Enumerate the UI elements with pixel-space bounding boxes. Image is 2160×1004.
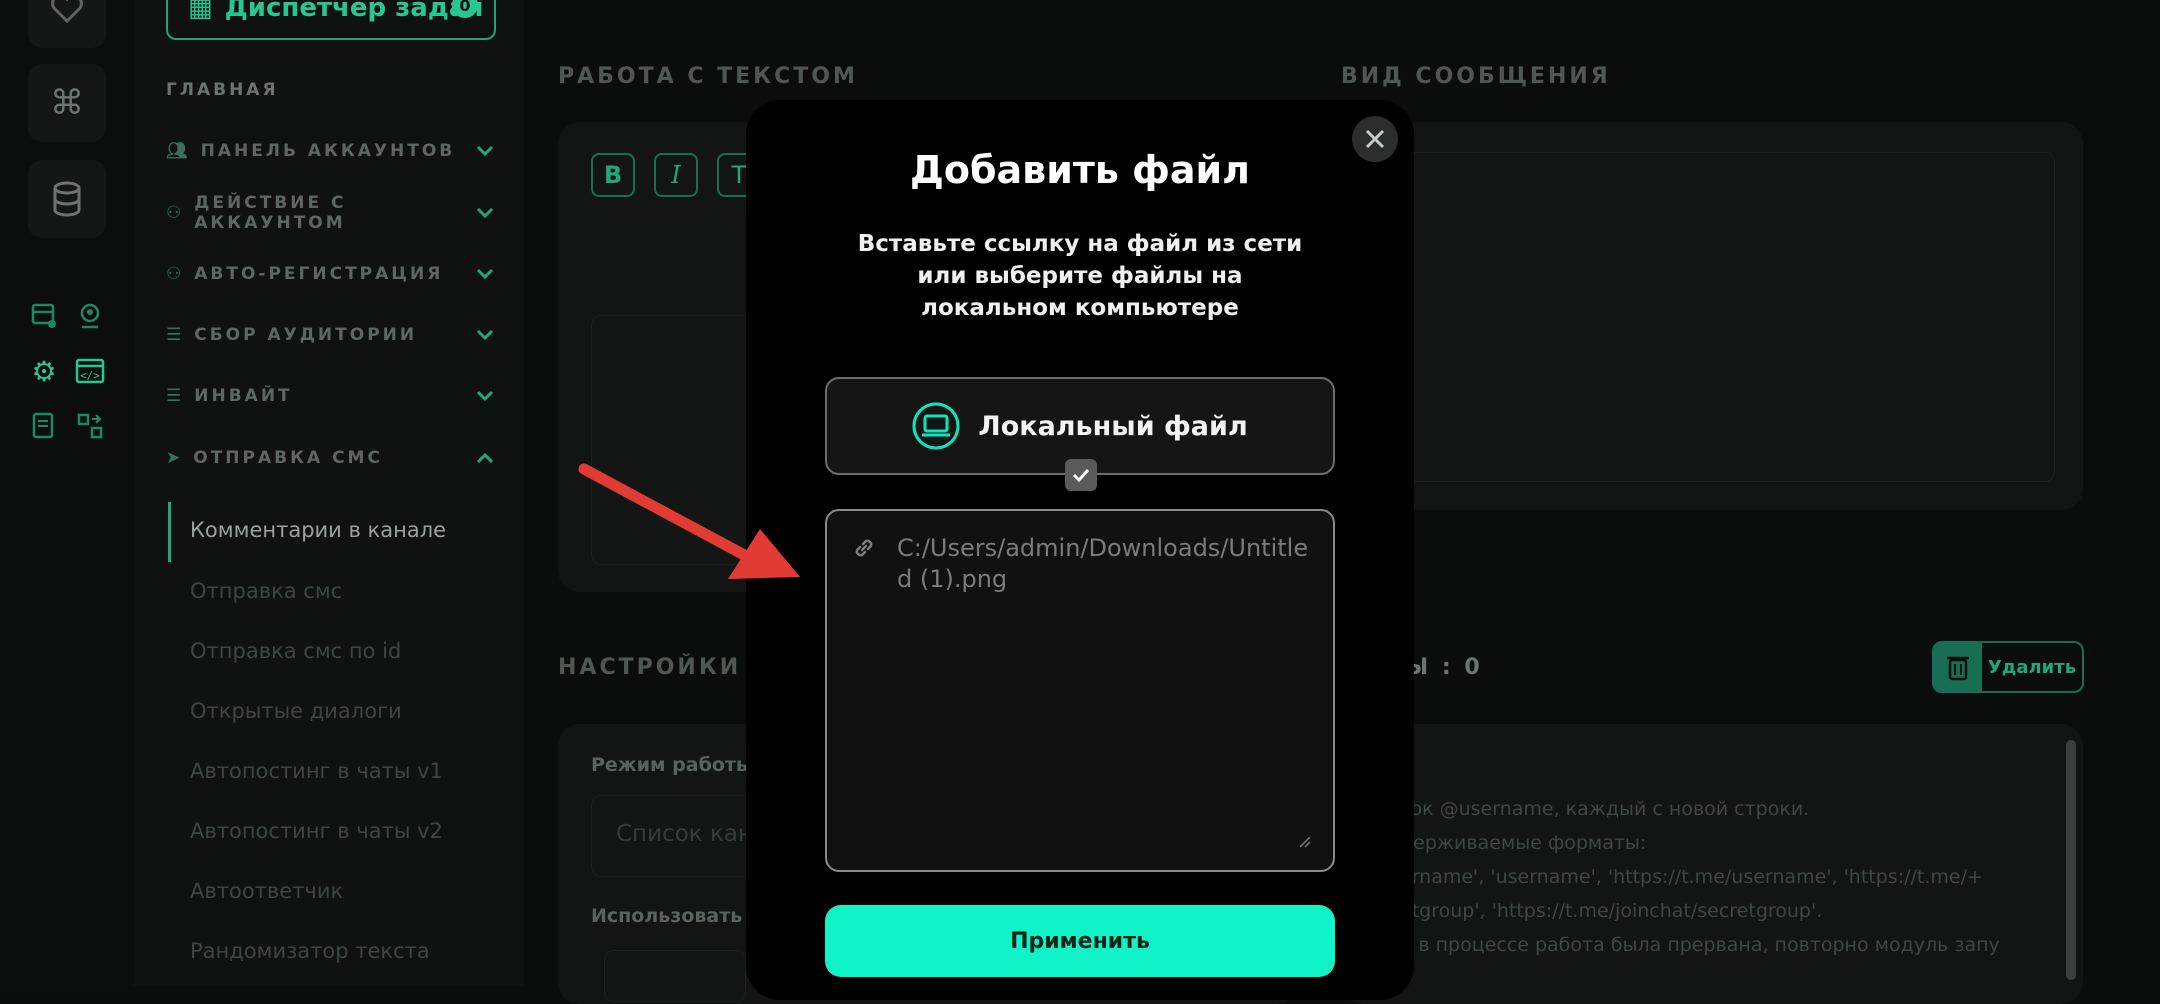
svg-text:</>: </> (80, 369, 100, 382)
sub-item-text-randomizer[interactable]: Рандомизатор текста (190, 939, 430, 963)
section-heading-main: ГЛАВНАЯ (166, 80, 279, 100)
file-path-value: C:/Users/admin/Downloads/Untitled (1).pn… (897, 534, 1309, 593)
code-window-icon[interactable]: </> (74, 355, 106, 387)
document-check-icon[interactable] (28, 410, 60, 442)
sub-item-channel-comments[interactable]: Комментарии в канале (190, 518, 446, 542)
icon-rail: ⌘ ⚙ </> (0, 0, 134, 986)
user-list-icon: ☰ (166, 386, 185, 406)
user-list-icon: ☰ (166, 325, 185, 345)
nav-account-actions[interactable]: ⚇ ДЕЙСТВИЕ С АККАУНТОМ (166, 193, 496, 233)
nav-invite[interactable]: ☰ ИНВАЙТ (166, 379, 496, 413)
swap-icon[interactable] (74, 410, 106, 442)
user-icon: ⚇ (166, 203, 185, 223)
modal-description: Вставьте ссылку на файл из сети или выбе… (857, 231, 1303, 321)
user-add-icon: ⚇ (166, 264, 185, 284)
nav-label: ДЕЙСТВИЕ С АККАУНТОМ (194, 193, 347, 233)
hint-line: ername', 'username', 'https://t.me/usern… (1400, 866, 1983, 888)
modal-title: Добавить файл (910, 148, 1250, 192)
hint-line: держиваемые форматы: (1400, 832, 1647, 854)
nav-label: ОТПРАВКА СМС (193, 448, 383, 468)
users-icon: 👥︎ (166, 141, 191, 161)
file-path-textarea[interactable]: C:/Users/admin/Downloads/Untitled (1).pn… (825, 509, 1335, 872)
local-file-label: Локальный файл (978, 410, 1248, 442)
close-icon (1365, 129, 1385, 149)
bold-button[interactable]: B (591, 153, 635, 197)
server-settings-icon[interactable] (28, 300, 60, 332)
chevron-down-icon (476, 145, 494, 157)
command-icon: ⌘ (50, 83, 84, 123)
sub-item-autoposting-v2[interactable]: Автопостинг в чаты v2 (190, 819, 443, 843)
chevron-down-icon (476, 329, 494, 341)
sub-item-open-dialogs[interactable]: Открытые диалоги (190, 699, 402, 723)
nav-label: АВТО-РЕГИСТРАЦИЯ (194, 264, 444, 284)
scrollbar-thumb[interactable] (2066, 740, 2076, 980)
sub-item-send-sms-by-id[interactable]: Отправка смс по id (190, 639, 401, 663)
command-icon-button[interactable]: ⌘ (28, 64, 106, 142)
preview-title: ВИД СООБЩЕНИЯ (1341, 64, 1611, 89)
nav-label: СБОР АУДИТОРИИ (194, 325, 418, 345)
message-preview-box (1370, 152, 2055, 482)
resize-handle-icon[interactable] (1299, 836, 1311, 848)
nav-auto-registration[interactable]: ⚇ АВТО-РЕГИСТРАЦИЯ (166, 257, 496, 291)
chevron-down-icon (476, 390, 494, 402)
favorites-icon-button[interactable] (28, 0, 106, 48)
use-checkbox-area[interactable] (604, 950, 746, 1002)
sub-item-autoresponder[interactable]: Автоответчик (190, 879, 343, 903)
delete-button[interactable]: Удалить (1932, 641, 2084, 693)
italic-button[interactable]: I (654, 153, 698, 197)
task-manager-button[interactable]: ▦ Диспетчер задач 0 (166, 0, 496, 40)
delete-label: Удалить (1987, 656, 2077, 678)
hint-line: сок @username, каждый с новой строки. (1400, 798, 1810, 820)
chevron-down-icon (476, 207, 494, 219)
chats-hint-text: сок @username, каждый с новой строки. дер… (1400, 758, 2000, 996)
nav-audience-collection[interactable]: ☰ СБОР АУДИТОРИИ (166, 318, 496, 352)
mode-label: Режим работы (591, 754, 754, 776)
database-icon-button[interactable] (28, 160, 106, 238)
sub-item-autoposting-v1[interactable]: Автопостинг в чаты v1 (190, 759, 443, 783)
database-icon (53, 181, 81, 217)
task-list-icon: ▦ (188, 0, 213, 23)
active-indicator (168, 502, 171, 562)
checkmark-icon (1072, 468, 1090, 483)
task-manager-label: Диспетчер задач (224, 0, 485, 23)
nav-label: ПАНЕЛЬ АККАУНТОВ (200, 141, 456, 161)
settings-title: НАСТРОЙКИ (558, 655, 742, 680)
nav-send-sms[interactable]: ➤ ОТПРАВКА СМС (166, 441, 496, 475)
heart-icon (51, 0, 83, 24)
chevron-up-icon (476, 452, 494, 464)
hint-line: и в процессе работа была прервана, повто… (1400, 934, 2000, 956)
text-section-title: РАБОТА С ТЕКСТОМ (558, 64, 858, 89)
nav-label: ИНВАЙТ (194, 386, 293, 406)
sub-item-send-sms[interactable]: Отправка смс (190, 579, 342, 603)
hint-line: etgroup', 'https://t.me/joinchat/secretg… (1400, 900, 1823, 922)
apply-button[interactable]: Применить (825, 905, 1335, 977)
trash-icon (1934, 643, 1982, 691)
mode-placeholder: Список кана (616, 821, 768, 847)
gear-icon[interactable]: ⚙ (28, 355, 60, 388)
sidebar: ▦ Диспетчер задач 0 ГЛАВНАЯ 👥︎ ПАНЕЛЬ АК… (134, 0, 524, 986)
user-location-icon[interactable] (74, 300, 106, 332)
local-file-checkbox[interactable] (1065, 459, 1097, 491)
link-icon (855, 539, 873, 557)
nav-accounts-panel[interactable]: 👥︎ ПАНЕЛЬ АККАУНТОВ (166, 134, 496, 168)
laptop-icon (912, 402, 960, 450)
chevron-down-icon (476, 268, 494, 280)
annotation-arrow-icon (578, 463, 800, 579)
send-icon: ➤ (166, 448, 184, 468)
